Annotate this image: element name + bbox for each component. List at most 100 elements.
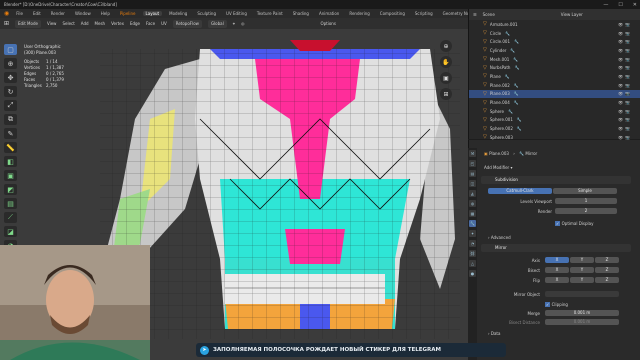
camera-icon[interactable]: ▣: [440, 72, 452, 84]
axis-y-toggle[interactable]: Y: [570, 257, 594, 263]
optimal-display-checkbox[interactable]: ✓ Optimal Display: [555, 221, 593, 226]
visibility-toggle-icons[interactable]: 👁📷: [618, 117, 632, 122]
menu-face[interactable]: Face: [146, 21, 155, 26]
constraints-tab-icon[interactable]: ⛓: [469, 250, 476, 257]
world-tab-icon[interactable]: ◍: [469, 200, 476, 207]
proportional-edit-icon[interactable]: ◎: [241, 21, 245, 26]
material-tab-icon[interactable]: ●: [469, 270, 476, 277]
outliner-row[interactable]: ▽ Plane.003 🔧 👁📷: [469, 89, 640, 99]
workspace-tab-shading[interactable]: Shading: [290, 11, 312, 16]
options-dropdown[interactable]: Options: [320, 21, 335, 26]
rotate-icon[interactable]: ↻: [4, 86, 17, 97]
outliner-editor-icon[interactable]: ☰: [473, 12, 477, 17]
particles-tab-icon[interactable]: ✦: [469, 230, 476, 237]
menu-window[interactable]: Window: [72, 11, 94, 16]
maximize-icon[interactable]: ☐: [618, 2, 622, 8]
outliner-row[interactable]: ▽ NurbsPath 🔧 👁📷: [469, 63, 640, 72]
visibility-toggle-icons[interactable]: 👁📷: [618, 22, 632, 27]
workspace-tab-scripting[interactable]: Scripting: [412, 11, 436, 16]
workspace-tab-layout[interactable]: Layout: [142, 11, 163, 16]
menu-help[interactable]: Help: [98, 11, 113, 16]
flip-z-toggle[interactable]: Z: [595, 277, 619, 283]
workspace-tab-sculpting[interactable]: Sculpting: [194, 11, 219, 16]
catmull-clark-button[interactable]: Catmull-Clark: [488, 188, 552, 194]
axis-x-toggle[interactable]: X: [545, 257, 569, 263]
scene-name[interactable]: Scene: [483, 12, 495, 17]
outliner-row[interactable]: ▽ Circle.001 🔧 👁📷: [469, 37, 640, 46]
outliner-row[interactable]: ▽ Circle 🔧 👁📷: [469, 29, 640, 38]
select-box-icon[interactable]: ▢: [4, 44, 17, 55]
view-layer-name[interactable]: View Layer: [561, 12, 583, 17]
tool-tab-icon[interactable]: ⚒: [469, 150, 476, 157]
mirror-modifier-header[interactable]: Mirror: [481, 244, 631, 252]
visibility-toggle-icons[interactable]: 👁📷: [618, 31, 632, 36]
render-levels-field[interactable]: 2: [555, 208, 617, 214]
bevel-icon[interactable]: ◩: [4, 184, 17, 195]
axis-z-toggle[interactable]: Z: [595, 257, 619, 263]
output-tab-icon[interactable]: ▤: [469, 170, 476, 177]
menu-select[interactable]: Select: [62, 21, 74, 26]
merge-checkbox[interactable]: Merge: [510, 311, 541, 316]
data-subpanel[interactable]: › Data: [488, 331, 500, 336]
grid-icon[interactable]: ⊞: [440, 88, 452, 100]
pan-hand-icon[interactable]: ✋: [440, 56, 452, 68]
transform-icon[interactable]: ⧉: [4, 114, 17, 125]
move-icon[interactable]: ✥: [4, 72, 17, 83]
menu-edge[interactable]: Edge: [130, 21, 140, 26]
menu-vertex[interactable]: Vertex: [111, 21, 124, 26]
object-tab-icon[interactable]: ▦: [469, 210, 476, 217]
bisect-x-toggle[interactable]: X: [545, 267, 569, 273]
editor-type-icon[interactable]: ⊞: [4, 20, 9, 27]
inset-icon[interactable]: ▣: [4, 170, 17, 181]
mirror-name[interactable]: Mirror: [495, 245, 507, 250]
bisect-y-toggle[interactable]: Y: [570, 267, 594, 273]
workspace-tab-pipeline[interactable]: Pipeline: [117, 11, 139, 16]
mode-select[interactable]: Edit Mode: [15, 19, 41, 28]
outliner-row[interactable]: ▽ Armature.001 👁📷: [469, 20, 640, 29]
workspace-tab-uv-editing[interactable]: UV Editing: [223, 11, 250, 16]
menu-render[interactable]: Render: [48, 11, 68, 16]
bisect-z-toggle[interactable]: Z: [595, 267, 619, 273]
flip-x-toggle[interactable]: X: [545, 277, 569, 283]
subdivision-name[interactable]: Subdivision: [495, 177, 518, 182]
close-icon[interactable]: ✕: [633, 2, 637, 8]
visibility-toggle-icons[interactable]: 👁📷: [618, 83, 632, 88]
annotate-icon[interactable]: ✎: [4, 128, 17, 139]
menu-mesh[interactable]: Mesh: [95, 21, 106, 26]
outliner-row[interactable]: ▽ Sphere.001 🔧 👁📷: [469, 116, 640, 125]
snap-icon[interactable]: ⌖: [233, 21, 235, 26]
visibility-toggle-icons[interactable]: 👁📷: [618, 57, 632, 62]
retopoflow-button[interactable]: RetopoFlow: [172, 19, 202, 28]
menu-file[interactable]: File: [13, 11, 26, 16]
outliner-row[interactable]: ▽ Mesh.001 🔧 👁📷: [469, 55, 640, 64]
visibility-toggle-icons[interactable]: 👁📷: [618, 126, 632, 131]
outliner-row[interactable]: ▽ Cylinder 🔧 👁📷: [469, 46, 640, 55]
minimize-icon[interactable]: —: [603, 2, 608, 8]
bisect-distance-field[interactable]: 0.001 m: [545, 319, 619, 325]
merge-distance-field[interactable]: 0.001 m: [545, 310, 619, 316]
physics-tab-icon[interactable]: ◔: [469, 240, 476, 247]
clipping-checkbox[interactable]: ✓ Clipping: [545, 302, 568, 307]
scale-icon[interactable]: ⤢: [4, 100, 17, 111]
knife-icon[interactable]: ⟋: [4, 212, 17, 223]
scene-tab-icon[interactable]: ◭: [469, 190, 476, 197]
polybuild-icon[interactable]: ◪: [4, 226, 17, 237]
loopcut-icon[interactable]: ▤: [4, 198, 17, 209]
render-tab-icon[interactable]: ◰: [469, 160, 476, 167]
outliner-row[interactable]: ▽ Sphere.002 🔧 👁📷: [469, 124, 640, 133]
workspace-tab-rendering[interactable]: Rendering: [346, 11, 372, 16]
flip-y-toggle[interactable]: Y: [570, 277, 594, 283]
menu-edit[interactable]: Edit: [30, 11, 44, 16]
mirror-object-field[interactable]: [545, 291, 619, 297]
visibility-toggle-icons[interactable]: 👁📷: [618, 91, 632, 96]
workspace-tab-compositing[interactable]: Compositing: [377, 11, 408, 16]
workspace-tab-texture-paint[interactable]: Texture Paint: [254, 11, 286, 16]
view-layer-tab-icon[interactable]: ◫: [469, 180, 476, 187]
simple-button[interactable]: Simple: [553, 188, 617, 194]
blender-logo-icon[interactable]: ◉: [4, 10, 9, 17]
orientation-select[interactable]: Global: [207, 19, 227, 28]
menu-add[interactable]: Add: [81, 21, 89, 26]
data-tab-icon[interactable]: △: [469, 260, 476, 267]
cursor-icon[interactable]: ⊕: [4, 58, 17, 69]
advanced-subpanel[interactable]: › Advanced: [488, 235, 511, 240]
